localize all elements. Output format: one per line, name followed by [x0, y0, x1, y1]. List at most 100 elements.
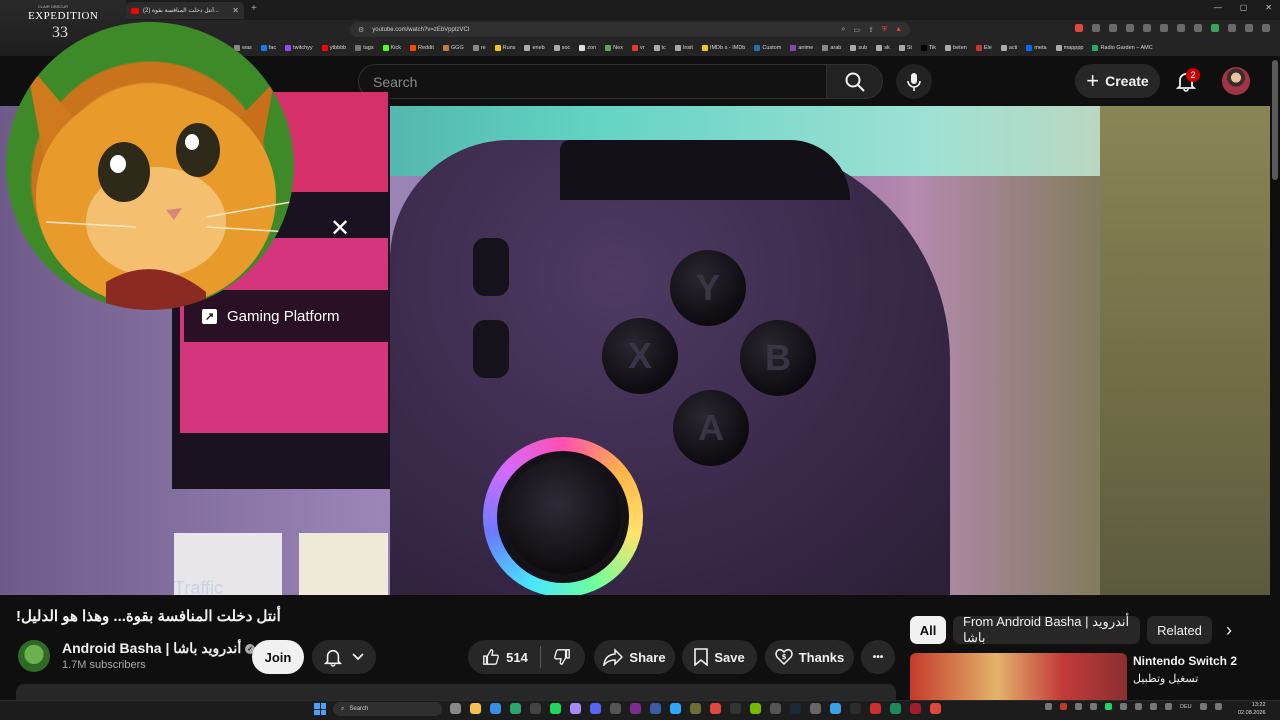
app-icon[interactable]	[830, 703, 841, 714]
bookmark-item[interactable]: vr	[631, 45, 645, 51]
subscribed-button[interactable]	[312, 640, 376, 674]
bookmark-item[interactable]: Tik	[920, 45, 936, 51]
windows-start-icon[interactable]	[314, 703, 326, 715]
bookmark-item[interactable]: sk	[876, 45, 890, 51]
taskbar-clock[interactable]: 13:22 02.08.2026	[1238, 701, 1266, 717]
taskbar-search[interactable]: ⌕ Search	[333, 702, 442, 716]
photoshop-icon[interactable]	[670, 703, 681, 714]
bookmark-item[interactable]: Kick	[382, 45, 401, 51]
bookmark-item[interactable]: Custom	[754, 45, 781, 51]
app-icon[interactable]	[690, 703, 701, 714]
voice-search-button[interactable]	[896, 64, 932, 99]
extension-icon[interactable]	[1177, 24, 1185, 32]
bookmark-item[interactable]: Nex	[605, 45, 623, 51]
app-icon[interactable]	[810, 703, 821, 714]
bookmark-item[interactable]: St	[898, 45, 912, 51]
tray-icon[interactable]	[1135, 703, 1142, 710]
account-avatar[interactable]	[1222, 67, 1250, 95]
tray-icon[interactable]	[1060, 703, 1067, 710]
share-button[interactable]: Share	[594, 640, 675, 674]
bookmark-item[interactable]: beten	[945, 45, 967, 51]
app-icon[interactable]	[850, 703, 861, 714]
bookmark-item[interactable]: Reddit	[410, 45, 434, 51]
maximize-icon[interactable]: ▢	[1240, 3, 1248, 12]
extension-icon[interactable]	[1194, 24, 1202, 32]
tray-icon[interactable]	[1105, 703, 1112, 710]
site-info-icon[interactable]: ⚙	[358, 26, 364, 34]
rewards-icon[interactable]: ▲	[895, 26, 902, 33]
thanks-button[interactable]: $ Thanks	[765, 640, 854, 674]
browser-tab[interactable]: (2) أنتل دخلت المنافسة بقوة... ✕	[126, 2, 244, 19]
extension-icon[interactable]	[1211, 24, 1219, 32]
chip-related[interactable]: Related	[1147, 616, 1212, 644]
app-icon[interactable]	[510, 703, 521, 714]
extension-icon[interactable]	[1092, 24, 1100, 32]
app-icon[interactable]	[890, 703, 901, 714]
bookmark-item[interactable]: mapppp	[1055, 45, 1083, 51]
more-actions-button[interactable]: •••	[861, 640, 895, 674]
url-text[interactable]: youtube.com/watch?v=zEbVpptzVCI	[372, 27, 469, 33]
zoom-icon[interactable]: ⌕	[841, 26, 845, 34]
spotify-icon[interactable]	[550, 703, 561, 714]
bookmark-item[interactable]: Insit	[674, 45, 693, 51]
channel-name-row[interactable]: Android Basha | أندرويد باشا ✓	[62, 640, 256, 657]
app-icon[interactable]	[910, 703, 921, 714]
bookmark-item[interactable]: twitchyy	[285, 45, 313, 51]
bookmark-item[interactable]: fac	[260, 45, 276, 51]
tray-icon[interactable]	[1045, 703, 1052, 710]
recommendation-subtitle[interactable]: تسغيل وتطبيل	[1133, 672, 1198, 685]
join-button[interactable]: Join	[252, 640, 304, 674]
minimize-icon[interactable]: —	[1214, 3, 1222, 12]
tray-icon[interactable]	[1150, 703, 1157, 710]
bookmark-item[interactable]: tc	[653, 45, 666, 51]
tray-icon[interactable]	[1165, 703, 1172, 710]
app-icon[interactable]	[730, 703, 741, 714]
app-icon[interactable]	[650, 703, 661, 714]
close-tab-icon[interactable]: ✕	[232, 6, 239, 15]
opera-icon[interactable]	[870, 703, 881, 714]
volume-icon[interactable]	[1214, 703, 1222, 710]
recommendation-title[interactable]: Nintendo Switch 2	[1133, 654, 1237, 668]
like-count[interactable]: 514	[506, 650, 528, 665]
app-icon[interactable]	[570, 703, 581, 714]
file-explorer-icon[interactable]	[470, 703, 481, 714]
bookmark-item[interactable]: tags	[355, 45, 374, 51]
language-indicator[interactable]: DEU	[1180, 704, 1192, 710]
omnibox[interactable]: ⚙ youtube.com/watch?v=zEbVpptzVCI ⌕ ▭ ⇪ …	[350, 22, 910, 37]
bookmark-item[interactable]: zon	[579, 45, 596, 51]
bookmark-item[interactable]: anime	[790, 45, 813, 51]
close-window-icon[interactable]: ✕	[1265, 3, 1272, 12]
bookmark-item[interactable]: arab	[822, 45, 841, 51]
bookmark-item[interactable]: Ele	[975, 45, 992, 51]
dislike-icon[interactable]	[553, 648, 571, 666]
bookmark-item[interactable]: eneb	[524, 45, 545, 51]
tray-icon[interactable]	[1090, 703, 1097, 710]
channel-avatar[interactable]	[18, 640, 50, 672]
extension-icon[interactable]	[1075, 24, 1083, 32]
task-view-icon[interactable]	[450, 703, 461, 714]
chip-all-label[interactable]: All	[910, 616, 946, 644]
brave-icon[interactable]	[710, 703, 721, 714]
brave-shield-icon[interactable]: ⛨	[882, 26, 887, 34]
channel-name[interactable]: Android Basha | أندرويد باشا	[62, 640, 241, 657]
extension-icon[interactable]	[1228, 24, 1236, 32]
tray-icon[interactable]	[1120, 703, 1127, 710]
network-icon[interactable]	[1199, 703, 1207, 710]
steam-icon[interactable]	[790, 703, 801, 714]
tray-icon[interactable]	[1075, 703, 1082, 710]
extension-icon[interactable]	[1126, 24, 1134, 32]
bookmark-item[interactable]: Radio Garden – AMC	[1092, 45, 1153, 51]
bookmark-item[interactable]: soc	[553, 45, 570, 51]
bookmark-item[interactable]: re	[472, 45, 486, 51]
app-icon[interactable]	[770, 703, 781, 714]
search-input[interactable]: Search	[358, 64, 827, 99]
recommendation-thumbnail[interactable]	[910, 653, 1127, 700]
app-icon[interactable]	[630, 703, 641, 714]
description-box[interactable]	[16, 684, 896, 700]
chevron-right-icon[interactable]: ›	[1226, 620, 1232, 641]
menu-icon[interactable]	[1262, 24, 1270, 32]
nvidia-icon[interactable]	[750, 703, 761, 714]
new-tab-button[interactable]: +	[251, 3, 257, 14]
save-button[interactable]: Save	[682, 640, 757, 674]
app-icon[interactable]	[530, 703, 541, 714]
